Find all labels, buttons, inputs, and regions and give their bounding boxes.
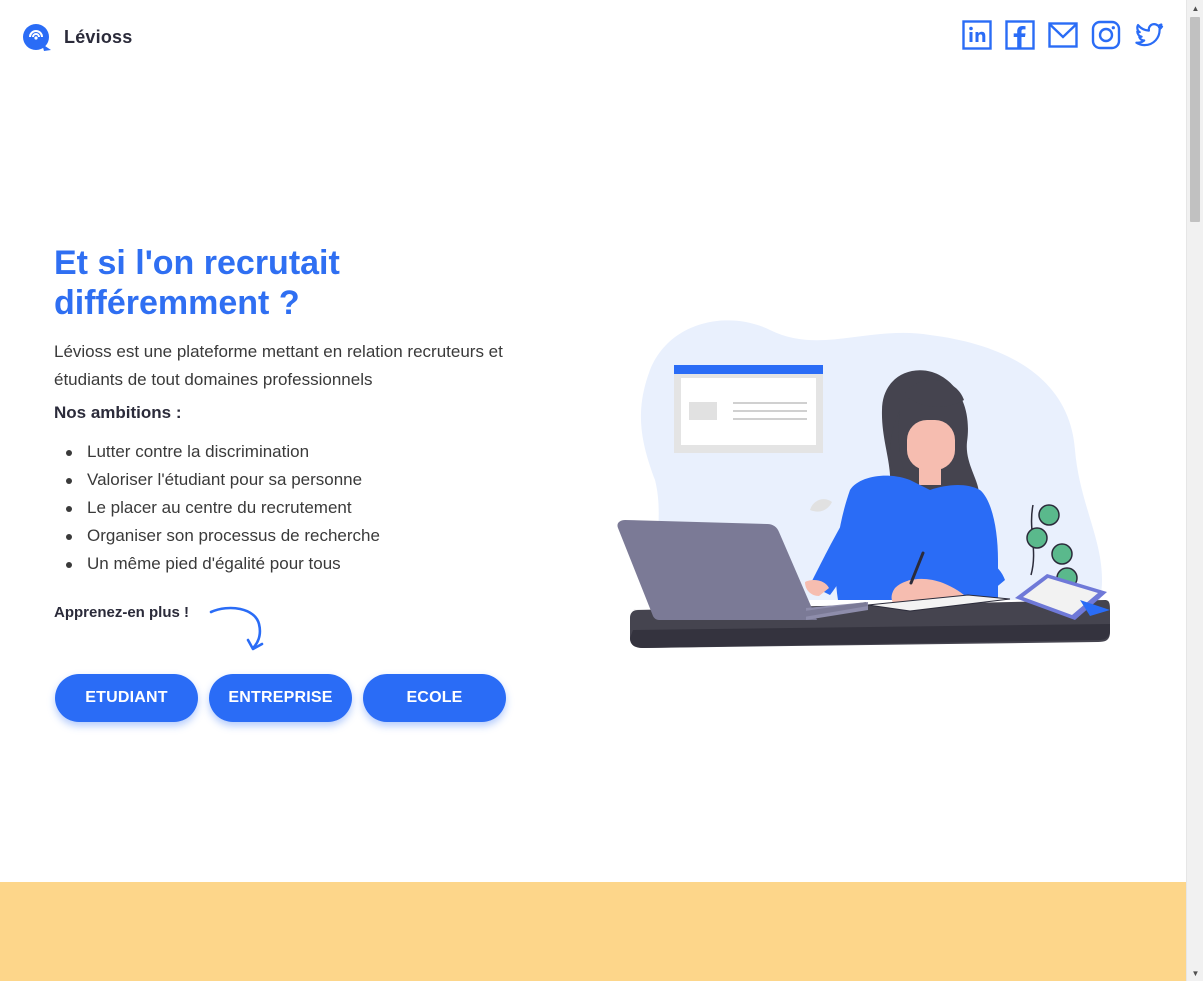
company-button[interactable]: ENTREPRISE bbox=[209, 674, 352, 722]
next-section-band bbox=[0, 882, 1186, 981]
instagram-link[interactable] bbox=[1091, 20, 1121, 50]
scroll-down-arrow-icon[interactable]: ▼ bbox=[1187, 965, 1203, 981]
scroll-up-arrow-icon[interactable]: ▲ bbox=[1187, 0, 1203, 16]
ambition-item: Un même pied d'égalité pour tous bbox=[54, 550, 380, 578]
page-scrollbar[interactable]: ▲ ▼ bbox=[1186, 0, 1203, 981]
facebook-link[interactable] bbox=[1005, 20, 1035, 50]
curved-arrow-icon bbox=[209, 606, 264, 651]
scrollbar-thumb[interactable] bbox=[1190, 17, 1200, 222]
ambition-item: Valoriser l'étudiant pour sa personne bbox=[54, 466, 380, 494]
facebook-icon bbox=[1005, 20, 1035, 50]
mail-link[interactable] bbox=[1048, 20, 1078, 50]
hero-title: Et si l'on recrutait différemment ? bbox=[54, 244, 340, 322]
twitter-icon bbox=[1135, 23, 1164, 47]
page: Lévioss Et si l'on recrutait différemmen… bbox=[0, 0, 1186, 981]
ambition-item: Lutter contre la discrimination bbox=[54, 438, 380, 466]
brand-name: Lévioss bbox=[64, 26, 133, 47]
twitter-link[interactable] bbox=[1134, 20, 1164, 50]
school-button[interactable]: ECOLE bbox=[363, 674, 506, 722]
woman-at-laptop-illustration bbox=[617, 320, 1110, 648]
profile-buttons: ETUDIANT ENTREPRISE ECOLE bbox=[55, 674, 506, 722]
levioss-logo-icon bbox=[23, 24, 51, 51]
brand[interactable]: Lévioss bbox=[22, 22, 132, 52]
ambition-item: Le placer au centre du recrutement bbox=[54, 494, 380, 522]
social-links bbox=[962, 20, 1164, 50]
ambitions-title: Nos ambitions : bbox=[54, 403, 182, 422]
ambition-item: Organiser son processus de recherche bbox=[54, 522, 380, 550]
mail-icon bbox=[1048, 22, 1078, 48]
linkedin-icon bbox=[962, 20, 992, 50]
student-button[interactable]: ETUDIANT bbox=[55, 674, 198, 722]
instagram-icon bbox=[1091, 20, 1121, 50]
ambitions-list: Lutter contre la discrimination Valorise… bbox=[54, 438, 380, 578]
hero-description: Lévioss est une plateforme mettant en re… bbox=[54, 342, 503, 389]
linkedin-link[interactable] bbox=[962, 20, 992, 50]
learn-more-label: Apprenez-en plus ! bbox=[54, 604, 190, 621]
